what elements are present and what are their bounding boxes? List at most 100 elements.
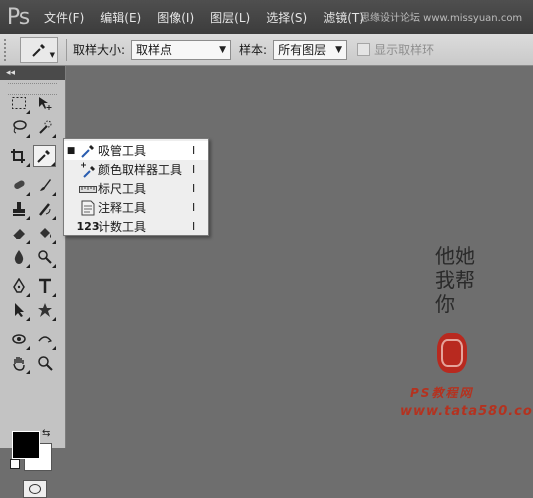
- bandage-icon: [11, 177, 27, 193]
- flyout-item-shortcut: I: [192, 163, 196, 176]
- site-url-watermark: www.tata580.com: [400, 404, 533, 419]
- default-colors-icon[interactable]: [10, 459, 20, 469]
- flyout-item-shortcut: I: [192, 144, 196, 157]
- chevron-down-icon: ▼: [335, 44, 343, 55]
- divider: [66, 38, 67, 61]
- flyout-item-shortcut: I: [192, 220, 196, 233]
- path-selection-tool[interactable]: [7, 299, 30, 321]
- 3d-rotate-icon: [11, 331, 27, 347]
- foreground-color-swatch[interactable]: [12, 431, 40, 459]
- flyout-item-label: 吸管工具: [98, 144, 147, 158]
- sample-size-value: 取样点: [136, 43, 173, 57]
- custom-shape-tool[interactable]: [33, 299, 56, 321]
- shape-icon: [37, 302, 53, 318]
- tools-panel: ◂◂ ⇆: [0, 66, 66, 498]
- menu-bar: Ps 文件(F) 编辑(E) 图像(I) 图层(L) 选择(S) 滤镜(T) 思…: [0, 0, 533, 34]
- quick-mask-icon: [29, 484, 41, 494]
- menu-image[interactable]: 图像(I): [149, 0, 202, 34]
- options-bar-grip[interactable]: [4, 38, 12, 61]
- 3d-orbit-icon: [37, 331, 53, 347]
- menu-file[interactable]: 文件(F): [36, 0, 92, 34]
- hand-tool[interactable]: [7, 352, 30, 374]
- lasso-tool[interactable]: [7, 116, 30, 138]
- count-icon: 123: [76, 220, 100, 233]
- show-ring-checkbox[interactable]: [357, 43, 371, 56]
- panel-collapse-button[interactable]: ◂◂: [0, 66, 65, 80]
- stamp-icon: [11, 201, 27, 217]
- quick-selection-tool[interactable]: [33, 116, 56, 138]
- sample-label: 样本:: [239, 43, 268, 57]
- clone-stamp-tool[interactable]: [7, 198, 30, 220]
- flyout-item-count[interactable]: 123 计数工具 I: [64, 217, 208, 236]
- lasso-icon: [11, 119, 27, 135]
- sample-value: 所有图层: [278, 43, 327, 57]
- eyedropper-tool-flyout: ■ 吸管工具 I 颜色取样器工具 I 标尺工具 I 注释工具 I 123 计数工…: [63, 138, 209, 236]
- flyout-item-ruler[interactable]: 标尺工具 I: [64, 179, 208, 198]
- eyedropper-tool[interactable]: [32, 145, 56, 167]
- show-ring-label: 显示取样环: [374, 43, 435, 57]
- blur-tool[interactable]: [7, 246, 30, 268]
- dodge-icon: [37, 249, 53, 265]
- rectangular-marquee-tool[interactable]: [7, 92, 30, 114]
- flyout-item-label: 颜色取样器工具: [98, 163, 183, 177]
- photoshop-logo: Ps: [6, 4, 30, 30]
- arrow-pointer-icon: [11, 302, 27, 318]
- history-brush-tool[interactable]: [33, 198, 56, 220]
- crop-icon: [10, 148, 26, 164]
- calligraphy-watermark: 他她我帮你: [435, 244, 475, 316]
- sample-size-select[interactable]: 取样点 ▼: [131, 39, 232, 60]
- menu-select[interactable]: 选择(S): [258, 0, 315, 34]
- pen-icon: [11, 278, 27, 294]
- crop-tool[interactable]: [7, 145, 30, 167]
- site-name-watermark: PS教程网: [410, 386, 474, 400]
- 3d-orbit-tool[interactable]: [33, 328, 56, 350]
- chevron-down-icon: ▼: [49, 50, 55, 59]
- sample-select[interactable]: 所有图层 ▼: [273, 39, 348, 60]
- dodge-tool[interactable]: [33, 246, 56, 268]
- flyout-item-label: 标尺工具: [98, 182, 147, 196]
- sample-size-label: 取样大小:: [73, 43, 126, 57]
- selected-bullet-icon: ■: [66, 145, 76, 156]
- drop-icon: [11, 249, 27, 265]
- menu-edit[interactable]: 编辑(E): [92, 0, 149, 34]
- pen-tool[interactable]: [7, 275, 30, 297]
- ruler-icon: [78, 184, 98, 194]
- seal-stamp-logo: [437, 333, 467, 373]
- flyout-item-color-sampler[interactable]: 颜色取样器工具 I: [64, 160, 208, 179]
- brush-tool[interactable]: [33, 174, 56, 196]
- move-tool[interactable]: [33, 92, 56, 114]
- 3d-rotate-tool[interactable]: [7, 328, 30, 350]
- flyout-item-label: 计数工具: [98, 220, 147, 234]
- history-brush-icon: [37, 201, 53, 217]
- eraser-icon: [11, 225, 27, 241]
- eyedropper-icon: [78, 143, 98, 159]
- marquee-icon: [11, 96, 27, 110]
- forum-watermark: 思缘设计论坛 www.missyuan.com: [360, 13, 523, 24]
- chevron-down-icon: ▼: [219, 44, 227, 55]
- flyout-item-shortcut: I: [192, 182, 196, 195]
- note-icon: [78, 200, 98, 216]
- spot-healing-tool[interactable]: [7, 174, 30, 196]
- tool-grid: [7, 92, 59, 376]
- type-icon: [37, 278, 53, 294]
- flyout-item-label: 注释工具: [98, 201, 147, 215]
- tool-preset-picker[interactable]: ▼: [20, 36, 58, 63]
- flyout-item-eyedropper[interactable]: ■ 吸管工具 I: [64, 141, 208, 160]
- zoom-icon: [37, 355, 53, 371]
- flyout-item-shortcut: I: [192, 201, 196, 214]
- options-bar: ▼ 取样大小: 取样点 ▼ 样本: 所有图层 ▼ 显示取样环: [0, 34, 533, 66]
- brush-icon: [37, 177, 53, 193]
- paint-bucket-tool[interactable]: [33, 222, 56, 244]
- paint-bucket-icon: [37, 225, 53, 241]
- menu-layer[interactable]: 图层(L): [202, 0, 258, 34]
- swap-colors-icon[interactable]: ⇆: [42, 428, 50, 439]
- hand-icon: [11, 355, 27, 371]
- eraser-tool[interactable]: [7, 222, 30, 244]
- move-icon: [37, 95, 53, 111]
- type-tool[interactable]: [33, 275, 56, 297]
- zoom-tool[interactable]: [33, 352, 56, 374]
- flyout-item-note[interactable]: 注释工具 I: [64, 198, 208, 217]
- quick-mask-button[interactable]: [23, 480, 47, 498]
- color-sampler-icon: [78, 162, 98, 178]
- eyedropper-icon: [31, 42, 47, 58]
